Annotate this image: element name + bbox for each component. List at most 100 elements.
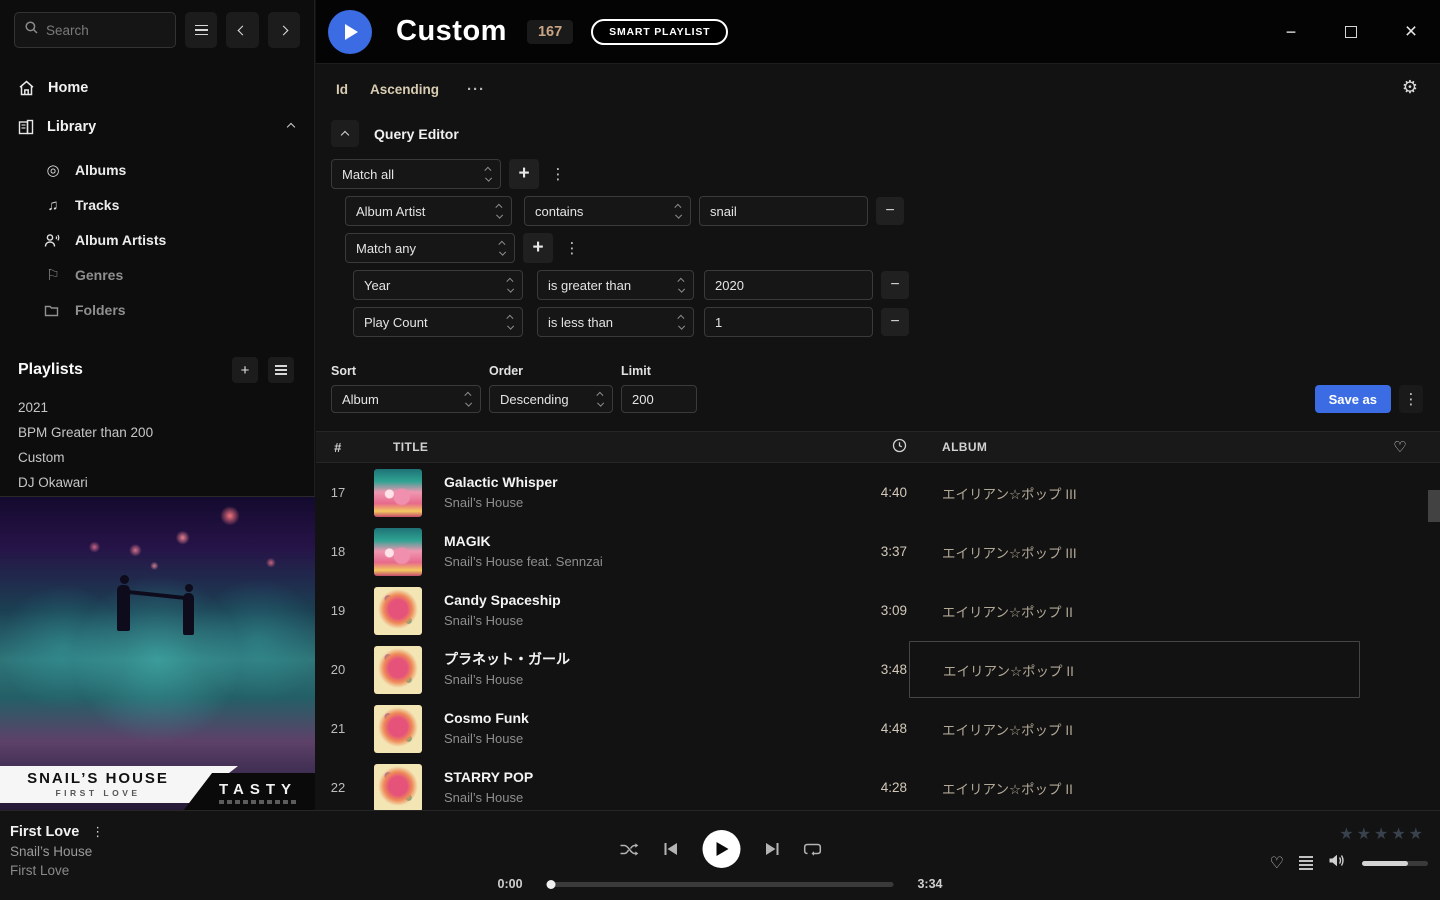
- add-rule-button[interactable]: +: [509, 159, 539, 189]
- sidebar-item-library[interactable]: Library: [18, 115, 294, 139]
- group-options-button[interactable]: ⋮: [561, 233, 583, 263]
- track-options-button[interactable]: ⋮: [91, 824, 104, 840]
- add-rule-button[interactable]: +: [523, 233, 553, 263]
- seek-slider[interactable]: [547, 882, 894, 887]
- remove-rule-button[interactable]: −: [876, 197, 904, 225]
- album-thumbnail: [374, 469, 422, 517]
- rule-operator-select[interactable]: is greater than: [537, 270, 694, 300]
- more-options-button[interactable]: ···: [467, 81, 485, 98]
- sidebar-item-tracks[interactable]: ♫ Tracks: [44, 195, 294, 215]
- rule-field-select[interactable]: Year: [353, 270, 523, 300]
- match-type-select[interactable]: Match any: [345, 233, 515, 263]
- sort-select[interactable]: Album: [331, 385, 481, 413]
- playlist-item[interactable]: BPM Greater than 200: [18, 420, 296, 445]
- rule-value-input[interactable]: [704, 270, 873, 300]
- track-row[interactable]: 21 Cosmo Funk Snail’s House 4:48 エイリアン☆ポ…: [316, 699, 1440, 758]
- maximize-button[interactable]: [1336, 17, 1366, 47]
- track-row[interactable]: 18 MAGIK Snail’s House feat. Sennzai 3:3…: [316, 522, 1440, 581]
- playlist-item[interactable]: DJ Okawari: [18, 470, 296, 495]
- search-box[interactable]: [14, 12, 176, 48]
- sidebar-item-albums[interactable]: ◎ Albums: [44, 160, 294, 180]
- album-thumbnail: [374, 705, 422, 753]
- rule-operator-select[interactable]: contains: [524, 196, 691, 226]
- order-select[interactable]: Descending: [489, 385, 613, 413]
- save-as-button[interactable]: Save as: [1315, 385, 1391, 413]
- seek-knob[interactable]: [547, 880, 556, 889]
- track-album-focused-cell[interactable]: エイリアン☆ポップ II: [909, 641, 1360, 698]
- rule-operator-select[interactable]: is less than: [537, 307, 694, 337]
- gear-icon[interactable]: ⚙: [1402, 77, 1418, 98]
- remove-rule-button[interactable]: −: [881, 308, 909, 336]
- rule-value-input[interactable]: [699, 196, 868, 226]
- minimize-button[interactable]: −: [1276, 17, 1306, 47]
- add-playlist-button[interactable]: +: [232, 357, 258, 383]
- volume-icon[interactable]: [1328, 853, 1347, 873]
- volume-slider[interactable]: [1362, 861, 1428, 866]
- remove-rule-button[interactable]: −: [881, 271, 909, 299]
- track-row[interactable]: 17 Galactic Whisper Snail’s House 4:40 エ…: [316, 463, 1440, 522]
- collapse-query-button[interactable]: [331, 120, 359, 147]
- sidebar-item-genres[interactable]: ⚐ Genres: [44, 265, 294, 285]
- rating-stars[interactable]: ★★★★★: [1268, 824, 1428, 844]
- playlist-list-button[interactable]: [268, 357, 294, 383]
- nav-back-button[interactable]: [226, 12, 258, 48]
- sidebar-item-folders[interactable]: Folders: [44, 300, 294, 320]
- track-album[interactable]: エイリアン☆ポップ II: [909, 759, 1360, 816]
- column-header-favorite[interactable]: ♡: [1360, 438, 1440, 456]
- column-header-duration[interactable]: [789, 438, 909, 456]
- track-duration: 3:48: [789, 662, 909, 677]
- favorite-button[interactable]: ♡: [1270, 853, 1284, 873]
- nav-forward-button[interactable]: [268, 12, 300, 48]
- list-icon: [275, 365, 287, 375]
- next-button[interactable]: [764, 842, 779, 856]
- close-button[interactable]: ×: [1396, 17, 1426, 47]
- sort-field-button[interactable]: Id: [336, 82, 348, 97]
- artist-icon: [44, 233, 62, 248]
- artwork-figure: [128, 590, 186, 600]
- playlist-item[interactable]: Custom: [18, 445, 296, 470]
- heart-icon: ♡: [1393, 438, 1407, 456]
- minus-icon: −: [890, 313, 899, 331]
- group-options-button[interactable]: ⋮: [547, 159, 569, 189]
- rule-field-select[interactable]: Album Artist: [345, 196, 512, 226]
- previous-button[interactable]: [663, 842, 678, 856]
- query-editor-title: Query Editor: [374, 126, 459, 142]
- next-icon: [764, 842, 779, 856]
- rule-field-select[interactable]: Play Count: [353, 307, 523, 337]
- menu-button[interactable]: [185, 12, 217, 48]
- select-caret-icon: [508, 279, 513, 291]
- query-rule-row: Play Count is less than −: [353, 307, 1425, 337]
- save-options-button[interactable]: ⋮: [1399, 385, 1423, 413]
- collapse-chevron-icon[interactable]: [287, 123, 295, 131]
- select-caret-icon: [676, 205, 681, 217]
- plus-icon: +: [241, 362, 250, 379]
- artwork-title: FIRST LOVE: [8, 788, 188, 798]
- limit-input[interactable]: [621, 385, 697, 413]
- queue-button[interactable]: [1299, 856, 1313, 870]
- sidebar-item-album-artists[interactable]: Album Artists: [44, 230, 294, 250]
- rule-value-input[interactable]: [704, 307, 873, 337]
- track-row[interactable]: 19 Candy Spaceship Snail’s House 3:09 エイ…: [316, 581, 1440, 640]
- track-album[interactable]: エイリアン☆ポップ III: [909, 523, 1360, 580]
- shuffle-button[interactable]: [619, 842, 639, 857]
- track-row[interactable]: 20 プラネット・ガール Snail’s House 3:48 エイリアン☆ポッ…: [316, 640, 1440, 699]
- column-header-album[interactable]: ALBUM: [909, 440, 1360, 454]
- track-album[interactable]: エイリアン☆ポップ II: [909, 582, 1360, 639]
- track-album[interactable]: エイリアン☆ポップ III: [909, 464, 1360, 521]
- column-header-index[interactable]: #: [316, 440, 360, 455]
- order-label: Order: [489, 364, 613, 378]
- track-row[interactable]: 22 STARRY POP Snail’s House 4:28 エイリアン☆ポ…: [316, 758, 1440, 817]
- scrollbar-thumb[interactable]: [1428, 490, 1440, 522]
- match-type-select[interactable]: Match all: [331, 159, 501, 189]
- play-playlist-button[interactable]: [328, 10, 372, 54]
- plus-icon: +: [532, 237, 543, 259]
- sidebar-item-home[interactable]: Home: [18, 76, 294, 100]
- column-header-title[interactable]: TITLE: [360, 440, 789, 454]
- track-list: 17 Galactic Whisper Snail’s House 4:40 エ…: [316, 463, 1440, 817]
- search-input[interactable]: [46, 23, 156, 38]
- sort-direction-button[interactable]: Ascending: [370, 82, 439, 97]
- play-pause-button[interactable]: [702, 830, 740, 868]
- playlist-item[interactable]: 2021: [18, 395, 296, 420]
- repeat-button[interactable]: [803, 842, 821, 856]
- track-album[interactable]: エイリアン☆ポップ II: [909, 700, 1360, 757]
